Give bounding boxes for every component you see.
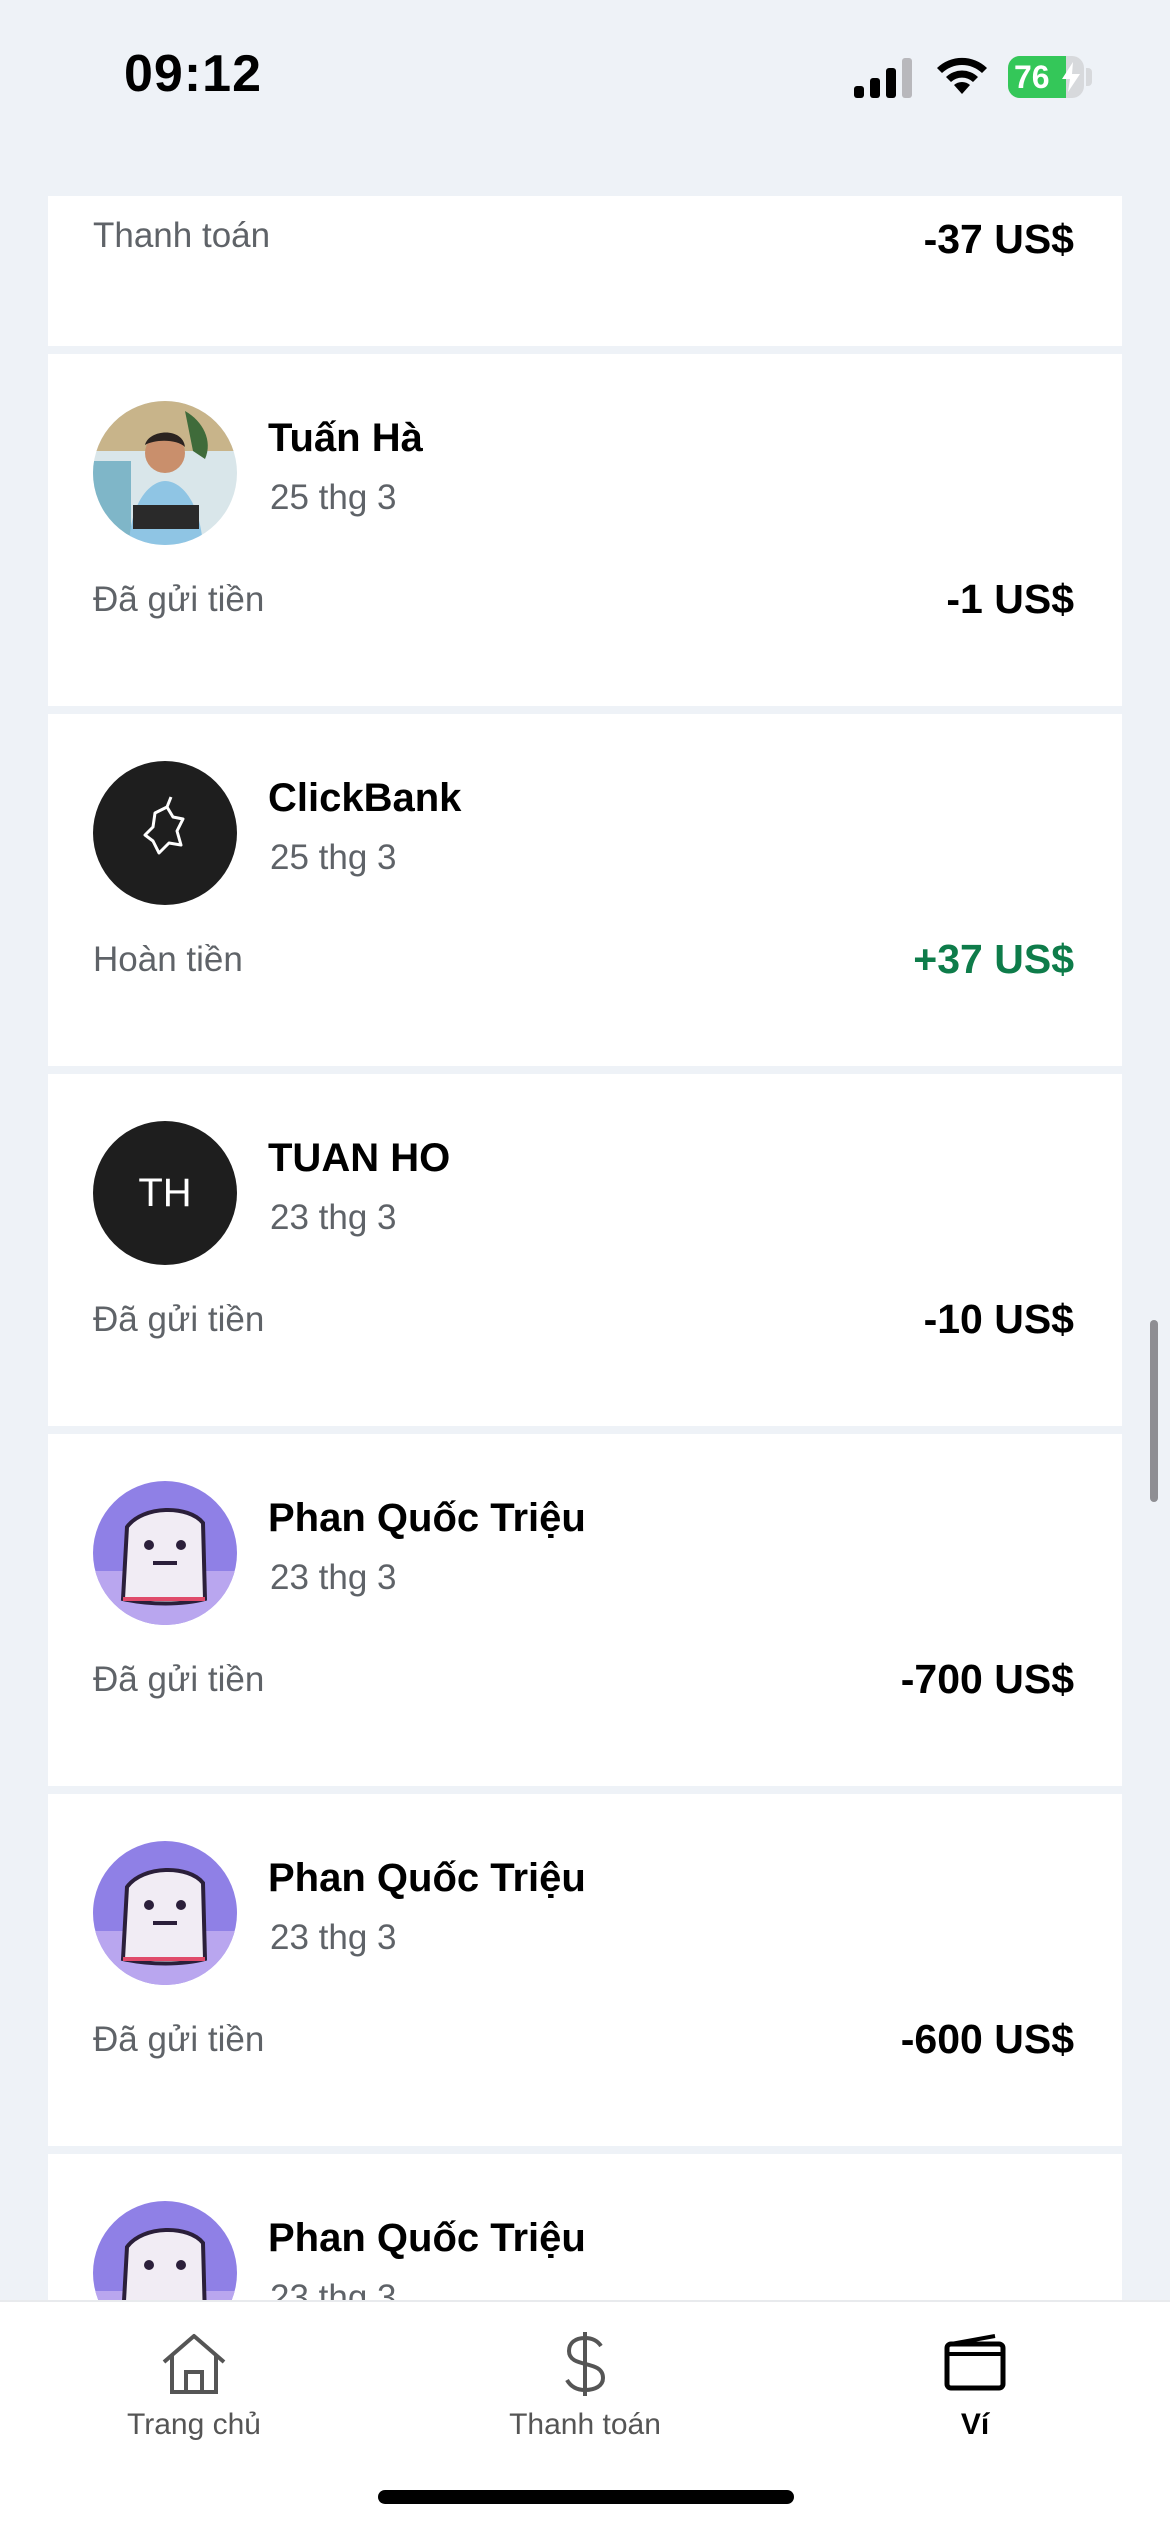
transaction-type: Đã gửi tiền bbox=[93, 580, 265, 619]
charging-bolt-icon bbox=[1062, 62, 1080, 92]
transaction-row[interactable]: TH TUAN HO 23 thg 3 Đã gửi tiền -10 US$ bbox=[48, 1074, 1122, 1426]
avatar-photo bbox=[93, 401, 237, 545]
status-time: 09:12 bbox=[124, 45, 262, 103]
tab-payments-label: Thanh toán bbox=[509, 2408, 661, 2441]
transaction-name: Phan Quốc Triệu bbox=[268, 1496, 586, 1540]
transaction-name: ClickBank bbox=[268, 776, 462, 820]
tab-wallet-label: Ví bbox=[960, 2408, 990, 2441]
transaction-type: Thanh toán bbox=[93, 216, 271, 255]
transaction-date: 23 thg 3 bbox=[270, 1558, 397, 1597]
transaction-type: Hoàn tiền bbox=[93, 940, 243, 979]
transaction-name: Phan Quốc Triệu bbox=[268, 2216, 586, 2260]
transaction-amount: +37 US$ bbox=[913, 936, 1074, 982]
cellular-signal-icon bbox=[854, 58, 912, 98]
transaction-amount: -700 US$ bbox=[900, 1656, 1074, 1702]
transaction-amount: -600 US$ bbox=[900, 2016, 1074, 2062]
avatar bbox=[93, 2201, 237, 2300]
scroll-indicator[interactable] bbox=[1150, 1320, 1158, 1502]
avatar-photo bbox=[93, 1841, 237, 1985]
avatar-photo bbox=[93, 2201, 237, 2300]
avatar: TH bbox=[93, 1121, 237, 1265]
tab-home[interactable]: Trang chủ bbox=[74, 2328, 314, 2458]
transaction-date: 25 thg 3 bbox=[270, 838, 397, 877]
transaction-date: 23 thg 3 bbox=[270, 1918, 397, 1957]
battery-cap bbox=[1086, 68, 1092, 86]
transaction-row[interactable]: Phan Quốc Triệu 23 thg 3 Đã gửi tiền -70… bbox=[48, 1434, 1122, 1786]
transaction-amount: -10 US$ bbox=[923, 1296, 1074, 1342]
dollar-icon bbox=[565, 2332, 606, 2396]
avatar bbox=[93, 1841, 237, 1985]
transaction-row[interactable]: Tuấn Hà 25 thg 3 Đã gửi tiền -1 US$ bbox=[48, 354, 1122, 706]
avatar-photo bbox=[93, 1481, 237, 1625]
transaction-name: Tuấn Hà bbox=[268, 416, 423, 460]
transaction-amount: -1 US$ bbox=[946, 576, 1074, 622]
battery-level: 76 bbox=[1014, 59, 1050, 95]
transaction-date: 23 thg 3 bbox=[270, 1198, 397, 1237]
avatar bbox=[93, 401, 237, 545]
battery-charging-icon: 76 bbox=[1008, 56, 1084, 98]
transaction-amount: -37 US$ bbox=[923, 216, 1074, 262]
wifi-icon bbox=[937, 57, 987, 94]
transaction-type: Đã gửi tiền bbox=[93, 2020, 265, 2059]
home-icon bbox=[162, 2334, 226, 2394]
transaction-date: 23 thg 3 bbox=[270, 2278, 397, 2300]
transaction-name: TUAN HO bbox=[268, 1136, 451, 1180]
home-indicator bbox=[378, 2490, 794, 2504]
avatar bbox=[93, 761, 237, 905]
tab-payments[interactable]: Thanh toán bbox=[465, 2328, 705, 2458]
bottom-tab-bar: Trang chủ Thanh toán Ví bbox=[0, 2300, 1170, 2534]
transaction-row[interactable]: Thanh toán -37 US$ bbox=[48, 196, 1122, 346]
transaction-type: Đã gửi tiền bbox=[93, 1300, 265, 1339]
tab-wallet[interactable]: Ví bbox=[855, 2328, 1095, 2458]
transaction-row[interactable]: ClickBank 25 thg 3 Hoàn tiền +37 US$ bbox=[48, 714, 1122, 1066]
wallet-icon bbox=[944, 2334, 1006, 2391]
avatar bbox=[93, 1481, 237, 1625]
clickbank-logo-icon bbox=[143, 796, 185, 855]
transaction-name: Phan Quốc Triệu bbox=[268, 1856, 586, 1900]
transaction-row[interactable]: Phan Quốc Triệu 23 thg 3 bbox=[48, 2154, 1122, 2300]
transaction-type: Đã gửi tiền bbox=[93, 1660, 265, 1699]
tab-home-label: Trang chủ bbox=[127, 2408, 261, 2441]
transaction-row[interactable]: Phan Quốc Triệu 23 thg 3 Đã gửi tiền -60… bbox=[48, 1794, 1122, 2146]
transaction-date: 25 thg 3 bbox=[270, 478, 397, 517]
status-bar: 09:12 76 bbox=[0, 0, 1170, 150]
